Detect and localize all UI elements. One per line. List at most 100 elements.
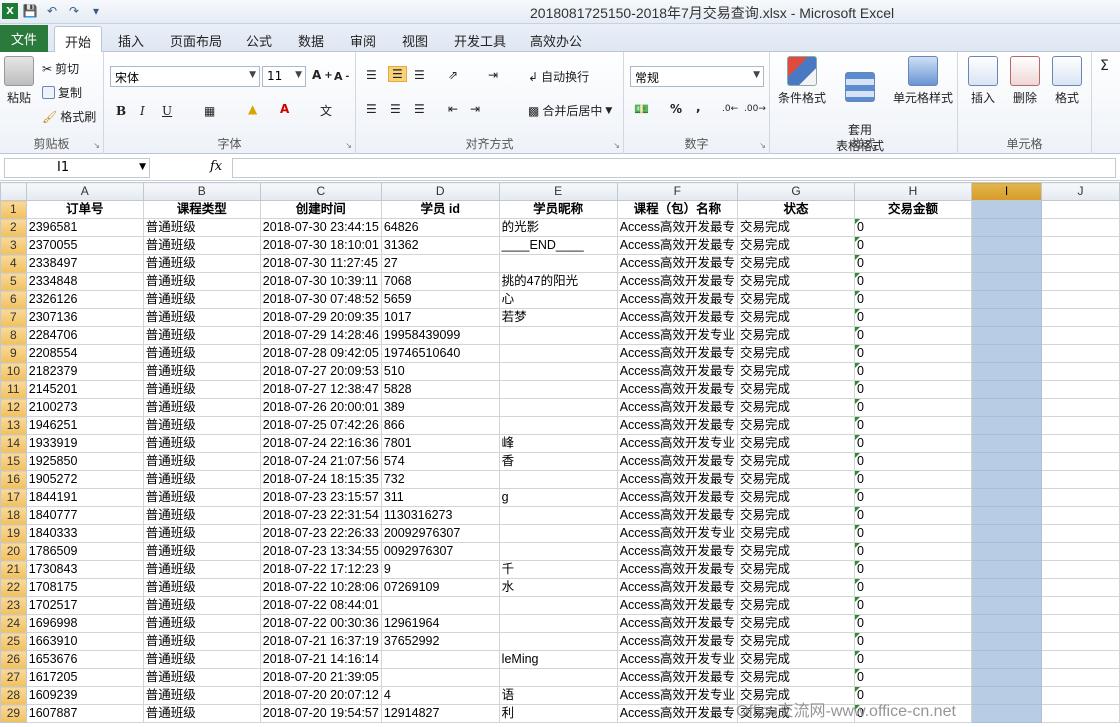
cell[interactable]: 1840777 bbox=[25, 506, 144, 525]
cell[interactable]: 课程（包）名称 bbox=[616, 200, 738, 219]
cell[interactable]: 创建时间 bbox=[259, 200, 382, 219]
tab-insert[interactable]: 插入 bbox=[108, 28, 154, 52]
cell[interactable] bbox=[971, 272, 1043, 291]
cell[interactable]: 学员昵称 bbox=[498, 200, 618, 219]
cell[interactable]: 2018-07-22 08:44:01 bbox=[259, 596, 382, 615]
row-header[interactable]: 25 bbox=[0, 632, 27, 651]
cell[interactable]: 普通班级 bbox=[142, 632, 261, 651]
cell[interactable]: 0 bbox=[853, 578, 973, 597]
cell[interactable] bbox=[971, 704, 1043, 723]
cell[interactable]: ____END____ bbox=[498, 236, 618, 255]
cell[interactable]: 2284706 bbox=[25, 326, 144, 345]
cell[interactable]: 0 bbox=[853, 542, 973, 561]
cell[interactable]: 1653676 bbox=[25, 650, 144, 669]
cell[interactable]: 交易完成 bbox=[736, 272, 856, 291]
cell[interactable]: Access高效开发最专 bbox=[616, 668, 738, 687]
cell[interactable]: 普通班级 bbox=[142, 380, 261, 399]
cell[interactable] bbox=[380, 668, 500, 687]
cell[interactable] bbox=[498, 416, 618, 435]
cell[interactable]: 1708175 bbox=[25, 578, 144, 597]
tab-efficient-office[interactable]: 高效办公 bbox=[520, 28, 592, 52]
cell[interactable]: 交易完成 bbox=[736, 254, 856, 273]
align-left-icon[interactable]: ☰ bbox=[366, 102, 377, 116]
cell[interactable] bbox=[971, 344, 1043, 363]
increase-decimal-icon[interactable]: .0← bbox=[722, 104, 738, 114]
cell[interactable]: 5828 bbox=[380, 380, 500, 399]
cell[interactable] bbox=[971, 434, 1043, 453]
cell[interactable]: 学员 id bbox=[380, 200, 500, 219]
italic-button[interactable]: I bbox=[140, 104, 145, 118]
row-header[interactable]: 21 bbox=[0, 560, 27, 579]
align-bottom-icon[interactable]: ☰ bbox=[414, 68, 425, 82]
cell[interactable]: 普通班级 bbox=[142, 218, 261, 237]
cell[interactable] bbox=[971, 380, 1043, 399]
cell[interactable] bbox=[1041, 488, 1120, 507]
cell[interactable] bbox=[971, 362, 1043, 381]
cell[interactable] bbox=[971, 254, 1043, 273]
cell[interactable]: 状态 bbox=[736, 200, 856, 219]
cell[interactable]: 0 bbox=[853, 506, 973, 525]
cell[interactable]: 9 bbox=[380, 560, 500, 579]
cell[interactable]: 2018-07-30 07:48:52 bbox=[259, 290, 382, 309]
cell[interactable]: 0 bbox=[853, 668, 973, 687]
column-header[interactable]: F bbox=[616, 182, 738, 201]
cell[interactable]: 2334848 bbox=[25, 272, 144, 291]
cell[interactable] bbox=[1041, 362, 1120, 381]
cell[interactable]: 2018-07-20 19:54:57 bbox=[259, 704, 382, 723]
tab-data[interactable]: 数据 bbox=[288, 28, 334, 52]
cell[interactable]: Access高效开发专业 bbox=[616, 650, 738, 669]
cell[interactable]: 2018-07-29 14:28:46 bbox=[259, 326, 382, 345]
cell[interactable] bbox=[1041, 560, 1120, 579]
align-right-icon[interactable]: ☰ bbox=[414, 102, 425, 116]
column-header[interactable]: H bbox=[853, 182, 973, 201]
cell[interactable] bbox=[971, 668, 1043, 687]
conditional-format-button[interactable]: 条件格式 bbox=[774, 56, 830, 106]
cell[interactable] bbox=[498, 326, 618, 345]
cell[interactable] bbox=[1041, 218, 1120, 237]
cell[interactable]: 389 bbox=[380, 398, 500, 417]
cell[interactable] bbox=[498, 596, 618, 615]
cell[interactable] bbox=[971, 524, 1043, 543]
cell[interactable]: 0 bbox=[853, 308, 973, 327]
cell[interactable]: 0 bbox=[853, 650, 973, 669]
cell[interactable]: 交易完成 bbox=[736, 560, 856, 579]
cell[interactable]: 2018-07-22 00:30:36 bbox=[259, 614, 382, 633]
cell[interactable]: leMing bbox=[498, 650, 618, 669]
column-header[interactable]: G bbox=[736, 182, 856, 201]
tab-developer[interactable]: 开发工具 bbox=[444, 28, 516, 52]
cell[interactable] bbox=[498, 524, 618, 543]
cell[interactable]: 2018-07-25 07:42:26 bbox=[259, 416, 382, 435]
cell[interactable]: 2018-07-23 22:26:33 bbox=[259, 524, 382, 543]
cell[interactable]: 2018-07-29 20:09:35 bbox=[259, 308, 382, 327]
cell[interactable]: 0 bbox=[853, 272, 973, 291]
cell-styles-button[interactable]: 单元格样式 bbox=[890, 56, 956, 106]
format-cells-button[interactable]: 格式 bbox=[1048, 56, 1086, 106]
cell[interactable]: Access高效开发最专 bbox=[616, 254, 738, 273]
cell[interactable]: 普通班级 bbox=[142, 452, 261, 471]
cell[interactable]: Access高效开发专业 bbox=[616, 326, 738, 345]
cell[interactable] bbox=[1041, 380, 1120, 399]
cell[interactable]: 2145201 bbox=[25, 380, 144, 399]
cell[interactable]: 19746510640 bbox=[380, 344, 500, 363]
cell[interactable]: 2018-07-20 21:39:05 bbox=[259, 668, 382, 687]
indent-icon[interactable]: ⇥ bbox=[488, 68, 498, 82]
cell[interactable] bbox=[498, 632, 618, 651]
cell[interactable] bbox=[971, 218, 1043, 237]
cell[interactable] bbox=[1041, 542, 1120, 561]
cell[interactable] bbox=[1041, 452, 1120, 471]
cell[interactable]: 0 bbox=[853, 236, 973, 255]
cell[interactable] bbox=[498, 398, 618, 417]
number-format-select[interactable]: 常规 ▼ bbox=[630, 66, 764, 87]
cell[interactable] bbox=[971, 470, 1043, 489]
cell[interactable] bbox=[1041, 506, 1120, 525]
cell[interactable]: 普通班级 bbox=[142, 434, 261, 453]
fill-color-icon[interactable]: ▲ bbox=[248, 102, 257, 116]
cell[interactable]: 2396581 bbox=[25, 218, 144, 237]
decrease-indent-icon[interactable]: ⇤ bbox=[448, 102, 458, 116]
worksheet-grid[interactable]: A B C D E F G H I J 1 订单号 课程类型 创建时间 学员 id 学员昵… bbox=[0, 182, 1120, 727]
cell[interactable]: 1609239 bbox=[25, 686, 144, 705]
cell[interactable] bbox=[971, 632, 1043, 651]
tab-view[interactable]: 视图 bbox=[392, 28, 438, 52]
cell[interactable]: 0 bbox=[853, 596, 973, 615]
cell[interactable]: 1702517 bbox=[25, 596, 144, 615]
